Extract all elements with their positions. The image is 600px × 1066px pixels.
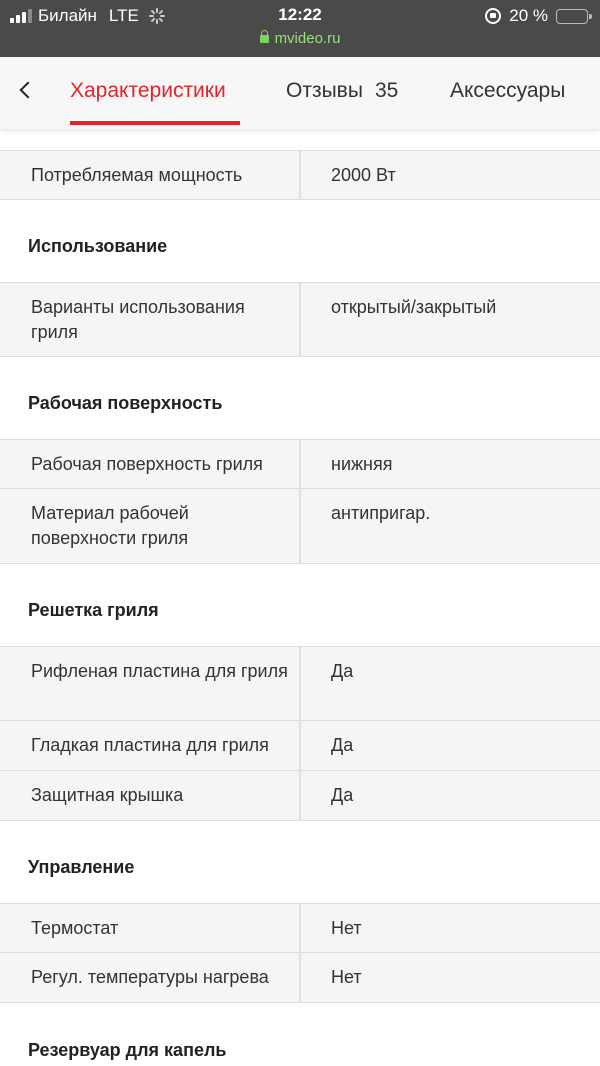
spec-row-temperature-control: Регул. температуры нагрева Нет	[0, 953, 600, 1003]
spec-label: Защитная крышка	[31, 785, 184, 805]
spec-value: Нет	[331, 918, 362, 938]
lock-icon	[259, 30, 269, 43]
url-text: mvideo.ru	[274, 30, 341, 47]
tab-reviews-label: Отзывы	[286, 79, 363, 102]
product-tabs-bar: Характеристики Отзывы 35 Аксессуары	[0, 57, 600, 129]
spec-row-thermostat: Термостат Нет	[0, 903, 600, 953]
spec-divider	[299, 151, 301, 199]
spec-divider	[299, 489, 301, 563]
section-title-grate: Решетка гриля	[28, 600, 159, 620]
status-bar: Билайн LTE 12:22 mvideo.ru 20 %	[0, 0, 600, 57]
spec-label: Регул. температуры нагрева	[31, 967, 269, 987]
spec-label: Гладкая пластина для гриля	[31, 735, 269, 755]
back-chevron-icon[interactable]	[16, 81, 36, 101]
spec-row-power: Потребляемая мощность 2000 Вт	[0, 150, 600, 200]
spec-value: нижняя	[331, 454, 393, 474]
spec-label: Рифленая пластина для гриля	[31, 661, 288, 681]
spec-divider	[299, 771, 301, 820]
spec-value: Да	[331, 661, 354, 681]
spec-label: Термостат	[31, 918, 119, 938]
status-right: 20 %	[485, 6, 592, 26]
spec-value: открытый/закрытый	[331, 297, 497, 317]
spec-value: Нет	[331, 967, 362, 987]
spec-divider	[299, 283, 301, 356]
spec-divider	[299, 953, 301, 1002]
section-title-control: Управление	[28, 857, 135, 877]
spec-value: Да	[331, 785, 354, 805]
spec-row-usage-variants: Варианты использования гриля открытый/за…	[0, 282, 600, 357]
tab-specifications[interactable]: Характеристики	[70, 79, 226, 103]
spec-value: Да	[331, 735, 354, 755]
spec-divider	[299, 904, 301, 952]
spec-row-protective-lid: Защитная крышка Да	[0, 771, 600, 821]
battery-icon	[556, 8, 592, 24]
battery-percent: 20 %	[509, 6, 548, 25]
tab-reviews[interactable]: Отзывы 35	[286, 79, 398, 103]
address-bar-url[interactable]: mvideo.ru	[0, 30, 600, 47]
spec-divider	[299, 647, 301, 720]
active-tab-indicator	[70, 121, 240, 125]
rotation-lock-icon	[485, 8, 502, 24]
section-title-usage: Использование	[28, 236, 168, 256]
spec-label: Варианты использования гриля	[31, 297, 245, 342]
spec-row-surface: Рабочая поверхность гриля нижняя	[0, 439, 600, 489]
spec-value: 2000 Вт	[331, 165, 396, 185]
section-title-drip-tray: Резервуар для капель	[28, 1040, 227, 1060]
spec-label: Потребляемая мощность	[31, 165, 243, 185]
spec-row-surface-material: Материал рабочей поверхности гриля антип…	[0, 489, 600, 564]
tab-reviews-count: 35	[374, 79, 399, 102]
section-title-surface: Рабочая поверхность	[28, 393, 223, 413]
spec-value: антипригар.	[331, 503, 431, 523]
tab-accessories[interactable]: Аксессуары	[450, 79, 565, 103]
spec-divider	[299, 440, 301, 488]
spec-divider	[299, 721, 301, 770]
spec-label: Материал рабочей поверхности гриля	[31, 503, 189, 548]
spec-row-ribbed-plate: Рифленая пластина для гриля Да	[0, 646, 600, 721]
spec-label: Рабочая поверхность гриля	[31, 454, 263, 474]
spec-row-smooth-plate: Гладкая пластина для гриля Да	[0, 721, 600, 771]
